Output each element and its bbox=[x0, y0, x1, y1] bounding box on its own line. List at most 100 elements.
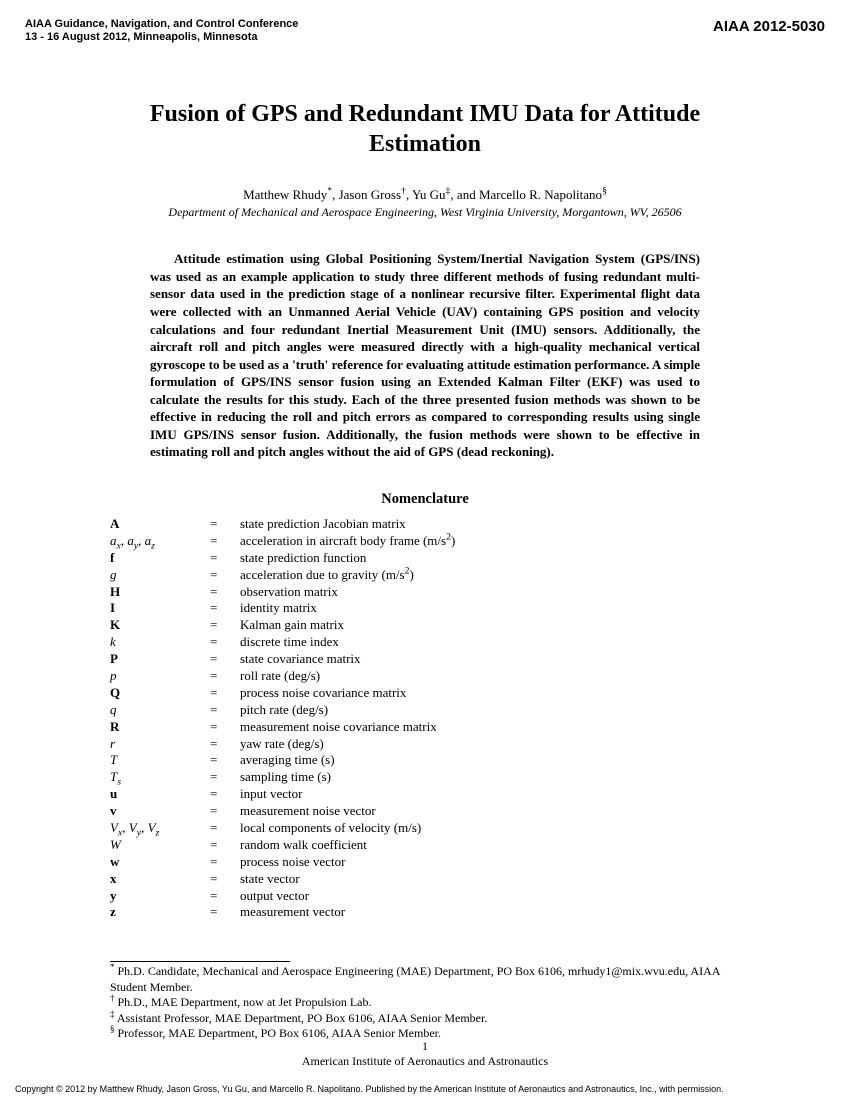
nomenclature-symbol: R bbox=[110, 719, 210, 736]
nomenclature-row: v=measurement noise vector bbox=[110, 803, 740, 820]
nomenclature-row: ax, ay, az=acceleration in aircraft body… bbox=[110, 533, 740, 550]
footnotes: * Ph.D. Candidate, Mechanical and Aerosp… bbox=[110, 961, 740, 1042]
nomenclature-definition: measurement noise covariance matrix bbox=[240, 719, 740, 736]
nomenclature-definition: acceleration in aircraft body frame (m/s… bbox=[240, 533, 740, 550]
nomenclature-row: Ts=sampling time (s) bbox=[110, 769, 740, 786]
nomenclature-definition: state prediction Jacobian matrix bbox=[240, 516, 740, 533]
nomenclature-row: T=averaging time (s) bbox=[110, 752, 740, 769]
nomenclature-symbol: T bbox=[110, 752, 210, 769]
nomenclature-definition: averaging time (s) bbox=[240, 752, 740, 769]
nomenclature-definition: sampling time (s) bbox=[240, 769, 740, 786]
nomenclature-equals: = bbox=[210, 651, 240, 668]
nomenclature-heading: Nomenclature bbox=[110, 491, 740, 508]
nomenclature-equals: = bbox=[210, 668, 240, 685]
nomenclature-equals: = bbox=[210, 584, 240, 601]
nomenclature-equals: = bbox=[210, 769, 240, 786]
nomenclature-row: p=roll rate (deg/s) bbox=[110, 668, 740, 685]
nomenclature-symbol: y bbox=[110, 888, 210, 905]
nomenclature-definition: output vector bbox=[240, 888, 740, 905]
nomenclature-row: W=random walk coefficient bbox=[110, 837, 740, 854]
nomenclature-row: q=pitch rate (deg/s) bbox=[110, 702, 740, 719]
nomenclature-equals: = bbox=[210, 837, 240, 854]
copyright-notice: Copyright © 2012 by Matthew Rhudy, Jason… bbox=[15, 1084, 835, 1094]
footnote-line: † Ph.D., MAE Department, now at Jet Prop… bbox=[110, 995, 740, 1011]
nomenclature-equals: = bbox=[210, 617, 240, 634]
nomenclature-equals: = bbox=[210, 904, 240, 921]
nomenclature-equals: = bbox=[210, 516, 240, 533]
nomenclature-row: R=measurement noise covariance matrix bbox=[110, 719, 740, 736]
nomenclature-symbol: r bbox=[110, 736, 210, 753]
nomenclature-symbol: Vx, Vy, Vz bbox=[110, 820, 210, 837]
footnote-rule bbox=[110, 961, 290, 962]
nomenclature-definition: roll rate (deg/s) bbox=[240, 668, 740, 685]
nomenclature-symbol: u bbox=[110, 786, 210, 803]
nomenclature-symbol: k bbox=[110, 634, 210, 651]
nomenclature-definition: pitch rate (deg/s) bbox=[240, 702, 740, 719]
nomenclature-definition: state covariance matrix bbox=[240, 651, 740, 668]
nomenclature-row: y=output vector bbox=[110, 888, 740, 905]
nomenclature-equals: = bbox=[210, 702, 240, 719]
nomenclature-symbol: g bbox=[110, 567, 210, 584]
nomenclature-definition: identity matrix bbox=[240, 600, 740, 617]
nomenclature-row: x=state vector bbox=[110, 871, 740, 888]
nomenclature-row: H=observation matrix bbox=[110, 584, 740, 601]
footnote-line: ‡ Assistant Professor, MAE Department, P… bbox=[110, 1011, 740, 1027]
nomenclature-definition: measurement vector bbox=[240, 904, 740, 921]
nomenclature-row: I=identity matrix bbox=[110, 600, 740, 617]
nomenclature-equals: = bbox=[210, 567, 240, 584]
nomenclature-definition: Kalman gain matrix bbox=[240, 617, 740, 634]
nomenclature-definition: observation matrix bbox=[240, 584, 740, 601]
nomenclature-row: w=process noise vector bbox=[110, 854, 740, 871]
nomenclature-definition: discrete time index bbox=[240, 634, 740, 651]
affiliation: Department of Mechanical and Aerospace E… bbox=[110, 205, 740, 220]
abstract: Attitude estimation using Global Positio… bbox=[110, 250, 740, 461]
paper-id: AIAA 2012-5030 bbox=[713, 18, 825, 44]
nomenclature-row: P=state covariance matrix bbox=[110, 651, 740, 668]
footer-organization: American Institute of Aeronautics and As… bbox=[0, 1054, 850, 1068]
nomenclature-symbol: K bbox=[110, 617, 210, 634]
nomenclature-symbol: z bbox=[110, 904, 210, 921]
nomenclature-equals: = bbox=[210, 752, 240, 769]
nomenclature-equals: = bbox=[210, 871, 240, 888]
nomenclature-symbol: ax, ay, az bbox=[110, 533, 210, 550]
nomenclature-row: g=acceleration due to gravity (m/s2) bbox=[110, 567, 740, 584]
conference-date: 13 - 16 August 2012, Minneapolis, Minnes… bbox=[25, 31, 298, 44]
page-content: Fusion of GPS and Redundant IMU Data for… bbox=[0, 44, 850, 921]
abstract-text: Attitude estimation using Global Positio… bbox=[150, 251, 700, 459]
nomenclature-equals: = bbox=[210, 550, 240, 567]
nomenclature-definition: input vector bbox=[240, 786, 740, 803]
paper-title: Fusion of GPS and Redundant IMU Data for… bbox=[110, 99, 740, 159]
nomenclature-definition: measurement noise vector bbox=[240, 803, 740, 820]
nomenclature-row: u=input vector bbox=[110, 786, 740, 803]
nomenclature-definition: acceleration due to gravity (m/s2) bbox=[240, 567, 740, 584]
nomenclature-symbol: v bbox=[110, 803, 210, 820]
nomenclature-definition: state prediction function bbox=[240, 550, 740, 567]
nomenclature-definition: yaw rate (deg/s) bbox=[240, 736, 740, 753]
nomenclature-row: Vx, Vy, Vz=local components of velocity … bbox=[110, 820, 740, 837]
nomenclature-symbol: q bbox=[110, 702, 210, 719]
nomenclature-equals: = bbox=[210, 803, 240, 820]
authors: Matthew Rhudy*, Jason Gross†, Yu Gu‡, an… bbox=[110, 187, 740, 203]
nomenclature-definition: state vector bbox=[240, 871, 740, 888]
nomenclature-equals: = bbox=[210, 685, 240, 702]
nomenclature-equals: = bbox=[210, 634, 240, 651]
nomenclature-symbol: I bbox=[110, 600, 210, 617]
page-footer: 1 American Institute of Aeronautics and … bbox=[0, 1039, 850, 1068]
conference-name: AIAA Guidance, Navigation, and Control C… bbox=[25, 18, 298, 31]
nomenclature-row: K=Kalman gain matrix bbox=[110, 617, 740, 634]
nomenclature-equals: = bbox=[210, 888, 240, 905]
nomenclature-symbol: Ts bbox=[110, 769, 210, 786]
nomenclature-definition: process noise covariance matrix bbox=[240, 685, 740, 702]
nomenclature-definition: process noise vector bbox=[240, 854, 740, 871]
nomenclature-row: k=discrete time index bbox=[110, 634, 740, 651]
nomenclature-row: Q=process noise covariance matrix bbox=[110, 685, 740, 702]
nomenclature-symbol: w bbox=[110, 854, 210, 871]
nomenclature-row: f=state prediction function bbox=[110, 550, 740, 567]
page-header: AIAA Guidance, Navigation, and Control C… bbox=[0, 0, 850, 44]
nomenclature-equals: = bbox=[210, 533, 240, 550]
nomenclature-symbol: W bbox=[110, 837, 210, 854]
nomenclature-row: A=state prediction Jacobian matrix bbox=[110, 516, 740, 533]
nomenclature-symbol: A bbox=[110, 516, 210, 533]
nomenclature-definition: random walk coefficient bbox=[240, 837, 740, 854]
nomenclature-row: z=measurement vector bbox=[110, 904, 740, 921]
